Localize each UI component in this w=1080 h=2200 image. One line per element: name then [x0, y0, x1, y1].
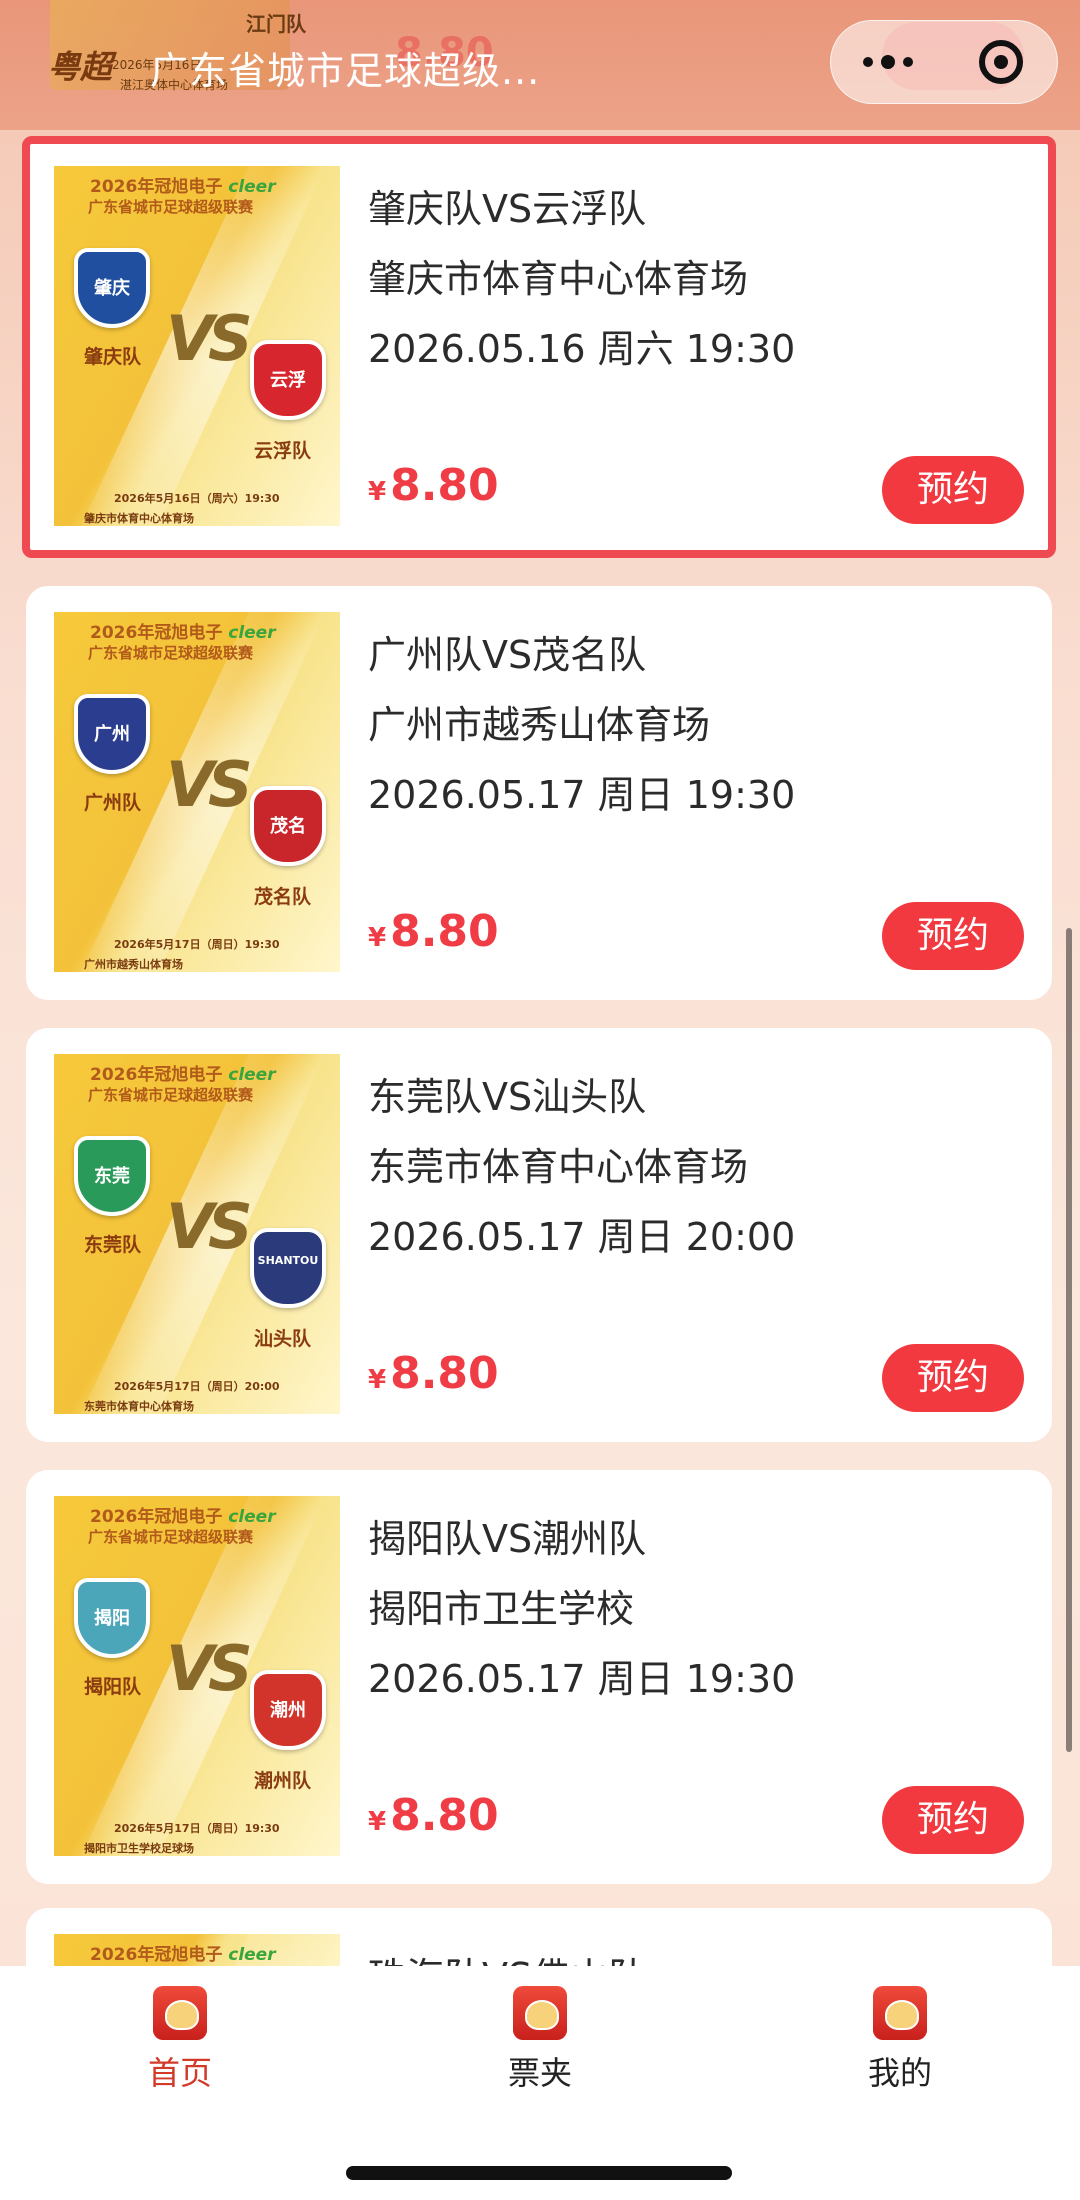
match-venue: 东莞市体育中心体育场 — [368, 1145, 749, 1189]
match-title: 肇庆队VS云浮队 — [368, 187, 647, 231]
poster-venue: 肇庆市体育中心体育场 — [84, 512, 194, 525]
poster-season: 2026年冠旭电子 cleer — [90, 177, 276, 197]
poster-away-name: 汕头队 — [254, 1328, 312, 1350]
match-poster: 2026年冠旭电子 cleer 广东省城市足球超级联赛广州 VS 广州队 茂名茂名队 20… — [54, 612, 340, 972]
away-team-crest-icon: 茂名 — [250, 786, 326, 866]
ticket-wallet-icon — [513, 1986, 567, 2040]
more-icon[interactable] — [831, 20, 944, 104]
vs-icon: VS — [166, 1190, 253, 1263]
match-card[interactable]: 2026年冠旭电子 cleer 广东省城市足球超级联赛东莞 VS 东莞队 SHANTOU… — [26, 1028, 1052, 1442]
match-venue: 广州市越秀山体育场 — [368, 703, 711, 747]
home-team-crest-icon: 肇庆 — [74, 248, 150, 328]
book-button[interactable]: 预约 — [882, 1786, 1024, 1854]
poster-venue: 东莞市体育中心体育场 — [84, 1400, 194, 1413]
poster-league: 广东省城市足球超级联赛 — [88, 644, 254, 662]
away-team-crest-icon: 云浮 — [250, 340, 326, 420]
close-icon[interactable] — [944, 20, 1057, 104]
poster-home-name: 东莞队 — [84, 1234, 142, 1256]
match-datetime: 2026.05.17 周日 19:30 — [368, 1657, 796, 1701]
match-datetime: 2026.05.16 周六 19:30 — [368, 327, 796, 371]
currency-symbol: ¥ — [368, 477, 387, 507]
tab-mine[interactable]: 我的 — [800, 1986, 1000, 2096]
home-team-crest-icon: 揭阳 — [74, 1578, 150, 1658]
miniprogram-capsule — [830, 20, 1058, 104]
ticket-price: ¥8.80 — [368, 906, 499, 957]
currency-symbol: ¥ — [368, 1807, 387, 1837]
book-button[interactable]: 预约 — [882, 1344, 1024, 1412]
home-team-crest-icon: 东莞 — [74, 1136, 150, 1216]
poster-away-name: 云浮队 — [254, 440, 312, 462]
match-datetime: 2026.05.17 周日 19:30 — [368, 773, 796, 817]
poster-season: 2026年冠旭电子 cleer — [90, 1065, 276, 1085]
tab-bar: 首页 票夹 我的 — [0, 1966, 1080, 2200]
price-amount: 8.80 — [390, 1348, 499, 1399]
poster-away-name: 潮州队 — [254, 1770, 312, 1792]
poster-league: 广东省城市足球超级联赛 — [88, 1528, 254, 1546]
match-card[interactable]: 2026年冠旭电子 cleer 广东省城市足球超级联赛揭阳 VS 揭阳队 潮州潮州队 20… — [26, 1470, 1052, 1884]
poster-home-name: 广州队 — [84, 792, 142, 814]
match-poster: 2026年冠旭电子 cleer 广东省城市足球超级联赛肇庆 VS 肇庆队 云浮云浮队 20… — [54, 166, 340, 526]
poster-date: 2026年5月17日（周日）19:30 — [114, 938, 280, 951]
away-team-crest-icon: SHANTOU — [250, 1228, 326, 1308]
book-button[interactable]: 预约 — [882, 902, 1024, 970]
match-title: 广州队VS茂名队 — [368, 633, 647, 677]
poster-season: 2026年冠旭电子 cleer — [90, 623, 276, 643]
vs-icon: VS — [166, 748, 253, 821]
match-venue: 揭阳市卫生学校 — [368, 1587, 635, 1631]
lion-head-icon — [153, 1986, 207, 2040]
tab-label: 我的 — [867, 2054, 932, 2092]
poster-venue: 揭阳市卫生学校足球场 — [84, 1842, 194, 1855]
app-logo: 粤超 — [48, 48, 113, 86]
price-amount: 8.80 — [390, 906, 499, 957]
match-title: 东莞队VS汕头队 — [368, 1075, 647, 1119]
price-amount: 8.80 — [390, 1790, 499, 1841]
ticket-price: ¥8.80 — [368, 1790, 499, 1841]
poster-date: 2026年5月16日（周六）19:30 — [114, 492, 280, 505]
nav-bar: 江门队 2026年5月16日 湛江奥体中心体育场 8.80 粤超 广东省城市足球… — [0, 0, 1080, 130]
page-title: 广东省城市足球超级... — [150, 49, 541, 93]
home-indicator — [346, 2166, 732, 2180]
poster-venue: 广州市越秀山体育场 — [84, 958, 183, 971]
poster-league: 广东省城市足球超级联赛 — [88, 198, 254, 216]
poster-home-name: 揭阳队 — [84, 1676, 142, 1698]
scrollbar[interactable] — [1066, 928, 1072, 1752]
match-card[interactable]: 2026年冠旭电子 cleer 广东省城市足球超级联赛广州 VS 广州队 茂名茂名队 20… — [26, 586, 1052, 1000]
ticket-price: ¥8.80 — [368, 1348, 499, 1399]
poster-season: 2026年冠旭电子 cleer — [90, 1507, 276, 1527]
match-title: 揭阳队VS潮州队 — [368, 1517, 647, 1561]
vs-icon: VS — [166, 1632, 253, 1705]
vs-icon: VS — [166, 302, 253, 375]
poster-date: 2026年5月17日（周日）20:00 — [114, 1380, 280, 1393]
currency-symbol: ¥ — [368, 1365, 387, 1395]
currency-symbol: ¥ — [368, 923, 387, 953]
match-poster: 2026年冠旭电子 cleer 广东省城市足球超级联赛揭阳 VS 揭阳队 潮州潮州队 20… — [54, 1496, 340, 1856]
match-card[interactable]: 2026年冠旭电子 cleer 广东省城市足球超级联赛肇庆 VS 肇庆队 云浮云浮队 20… — [22, 136, 1056, 558]
poster-date: 2026年5月17日（周日）19:30 — [114, 1822, 280, 1835]
lion-head-icon — [873, 1986, 927, 2040]
poster-home-name: 肇庆队 — [84, 346, 142, 368]
match-datetime: 2026.05.17 周日 20:00 — [368, 1215, 796, 1259]
away-team-crest-icon: 潮州 — [250, 1670, 326, 1750]
book-button[interactable]: 预约 — [882, 456, 1024, 524]
home-team-crest-icon: 广州 — [74, 694, 150, 774]
poster-away-name: 茂名队 — [254, 886, 312, 908]
tab-tickets[interactable]: 票夹 — [440, 1986, 640, 2096]
poster-league: 广东省城市足球超级联赛 — [88, 1086, 254, 1104]
ticket-price: ¥8.80 — [368, 460, 499, 511]
tab-home[interactable]: 首页 — [80, 1986, 280, 2096]
price-amount: 8.80 — [390, 460, 499, 511]
tab-label: 首页 — [147, 2054, 212, 2092]
match-venue: 肇庆市体育中心体育场 — [368, 257, 749, 301]
tab-label: 票夹 — [507, 2054, 572, 2092]
peek-team-name: 江门队 — [246, 12, 306, 36]
match-poster: 2026年冠旭电子 cleer 广东省城市足球超级联赛东莞 VS 东莞队 SHANTOU… — [54, 1054, 340, 1414]
